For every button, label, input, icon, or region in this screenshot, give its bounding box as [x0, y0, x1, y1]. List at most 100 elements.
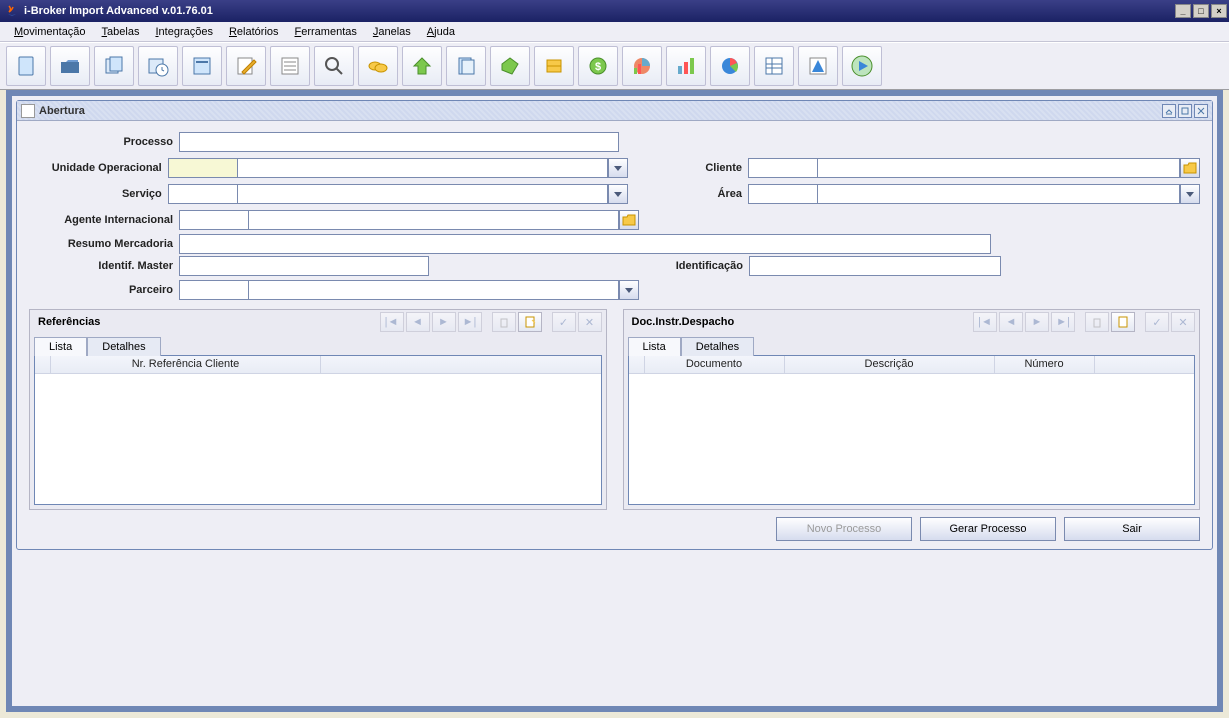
tab-refs-lista[interactable]: Lista: [34, 337, 87, 356]
menu-integracoes[interactable]: Integrações: [147, 24, 221, 40]
col-numero: Número: [995, 356, 1095, 373]
docs-nav-confirm-icon[interactable]: ✓: [1145, 312, 1169, 332]
close-button[interactable]: ×: [1211, 4, 1227, 18]
label-identificacao: Identificação: [639, 260, 749, 272]
nav-delete-icon[interactable]: [492, 312, 516, 332]
tb-search-icon[interactable]: [314, 46, 354, 86]
input-parceiro-code[interactable]: [179, 280, 249, 300]
tb-document-icon[interactable]: [6, 46, 46, 86]
dropdown-unidade[interactable]: [608, 158, 628, 178]
label-identif-master: Identif. Master: [29, 260, 179, 272]
input-identif-master[interactable]: [179, 256, 429, 276]
col-descricao: Descrição: [785, 356, 995, 373]
label-processo: Processo: [29, 136, 179, 148]
input-area-code[interactable]: [748, 184, 818, 204]
tb-chart-pie-icon[interactable]: [622, 46, 662, 86]
tb-coins-icon[interactable]: [358, 46, 398, 86]
col-nr-referencia: Nr. Referência Cliente: [51, 356, 321, 373]
menu-movimentacao[interactable]: Movimentação: [6, 24, 94, 40]
tb-list-icon[interactable]: [270, 46, 310, 86]
internal-titlebar: Abertura: [17, 101, 1212, 121]
input-cliente-code[interactable]: [748, 158, 818, 178]
tb-tag-icon[interactable]: [490, 46, 530, 86]
input-agente-desc[interactable]: [249, 210, 619, 230]
docs-nav-delete-icon[interactable]: [1085, 312, 1109, 332]
tb-grid-icon[interactable]: [754, 46, 794, 86]
input-area-desc[interactable]: [818, 184, 1180, 204]
docs-table: Documento Descrição Número: [628, 355, 1196, 505]
input-unidade-desc[interactable]: [238, 158, 608, 178]
button-gerar-processo[interactable]: Gerar Processo: [920, 517, 1056, 541]
nav-new-icon[interactable]: [518, 312, 542, 332]
window-title: i-Broker Import Advanced v.01.76.01: [24, 5, 1173, 17]
label-area: Área: [683, 188, 748, 200]
workspace: Abertura Processo Unidade Operacional: [6, 90, 1223, 712]
docs-nav-next-icon[interactable]: ►: [1025, 312, 1049, 332]
tab-docs-lista[interactable]: Lista: [628, 337, 681, 356]
tb-notes-icon[interactable]: [446, 46, 486, 86]
docs-nav-first-icon[interactable]: |◄: [973, 312, 997, 332]
dropdown-parceiro[interactable]: [619, 280, 639, 300]
toolbar: $: [0, 42, 1229, 90]
tb-files-icon[interactable]: [94, 46, 134, 86]
nav-first-icon[interactable]: |◄: [380, 312, 404, 332]
menu-ajuda[interactable]: Ajuda: [419, 24, 463, 40]
button-sair[interactable]: Sair: [1064, 517, 1200, 541]
tb-page-icon[interactable]: [182, 46, 222, 86]
internal-title: Abertura: [39, 105, 1160, 117]
java-icon: [4, 3, 20, 19]
input-resumo[interactable]: [179, 234, 991, 254]
nav-last-icon[interactable]: ►|: [458, 312, 482, 332]
nav-prev-icon[interactable]: ◄: [406, 312, 430, 332]
label-unidade: Unidade Operacional: [29, 162, 168, 174]
input-agente-code[interactable]: [179, 210, 249, 230]
tb-play-icon[interactable]: [842, 46, 882, 86]
internal-minimize-icon[interactable]: [1162, 104, 1176, 118]
menu-janelas[interactable]: Janelas: [365, 24, 419, 40]
docs-nav-last-icon[interactable]: ►|: [1051, 312, 1075, 332]
tab-refs-detalhes[interactable]: Detalhes: [87, 337, 160, 356]
tb-folder-open-icon[interactable]: [50, 46, 90, 86]
input-cliente-desc[interactable]: [818, 158, 1180, 178]
dropdown-area[interactable]: [1180, 184, 1200, 204]
button-novo-processo[interactable]: Novo Processo: [776, 517, 912, 541]
label-cliente: Cliente: [683, 162, 748, 174]
tb-chart-bar-icon[interactable]: [666, 46, 706, 86]
internal-close-icon[interactable]: [1194, 104, 1208, 118]
menu-tabelas[interactable]: Tabelas: [94, 24, 148, 40]
tb-stack-icon[interactable]: [534, 46, 574, 86]
tb-triangle-icon[interactable]: [798, 46, 838, 86]
nav-cancel-icon[interactable]: ✕: [578, 312, 602, 332]
tb-globe-money-icon[interactable]: $: [578, 46, 618, 86]
tb-clock-icon[interactable]: [138, 46, 178, 86]
docs-nav-prev-icon[interactable]: ◄: [999, 312, 1023, 332]
minimize-button[interactable]: _: [1175, 4, 1191, 18]
label-agente: Agente Internacional: [29, 214, 179, 226]
label-parceiro: Parceiro: [29, 284, 179, 296]
folder-agente[interactable]: [619, 210, 639, 230]
menu-ferramentas[interactable]: Ferramentas: [287, 24, 365, 40]
panel-docs-title: Doc.Instr.Despacho: [628, 316, 964, 328]
nav-next-icon[interactable]: ►: [432, 312, 456, 332]
tb-edit-icon[interactable]: [226, 46, 266, 86]
menu-relatorios[interactable]: Relatórios: [221, 24, 287, 40]
folder-cliente[interactable]: [1180, 158, 1200, 178]
tb-arrow-up-icon[interactable]: [402, 46, 442, 86]
input-parceiro-desc[interactable]: [249, 280, 619, 300]
tb-pie-icon[interactable]: [710, 46, 750, 86]
input-identificacao[interactable]: [749, 256, 1001, 276]
docs-nav-new-icon[interactable]: [1111, 312, 1135, 332]
input-servico-code[interactable]: [168, 184, 238, 204]
maximize-button[interactable]: □: [1193, 4, 1209, 18]
docs-nav-cancel-icon[interactable]: ✕: [1171, 312, 1195, 332]
internal-maximize-icon[interactable]: [1178, 104, 1192, 118]
label-servico: Serviço: [29, 188, 168, 200]
tab-docs-detalhes[interactable]: Detalhes: [681, 337, 754, 356]
input-processo[interactable]: [179, 132, 619, 152]
input-servico-desc[interactable]: [238, 184, 608, 204]
nav-confirm-icon[interactable]: ✓: [552, 312, 576, 332]
dropdown-servico[interactable]: [608, 184, 628, 204]
frame-icon: [21, 104, 35, 118]
titlebar: i-Broker Import Advanced v.01.76.01 _ □ …: [0, 0, 1229, 22]
input-unidade-code[interactable]: [168, 158, 238, 178]
